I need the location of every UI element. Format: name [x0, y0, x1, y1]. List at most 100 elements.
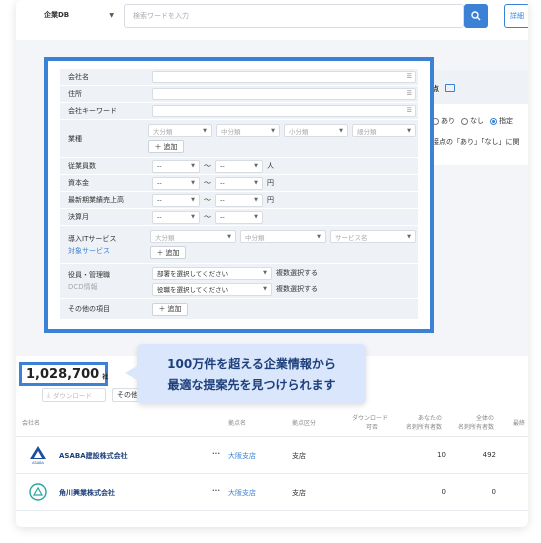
table-row[interactable]: ASABA ASABA建設株式会社 ··· 大阪支店 支店 10 492	[16, 436, 528, 473]
address-input[interactable]: ☰	[152, 88, 416, 100]
result-count-number: 1,028,700	[26, 366, 100, 382]
callout-line-2: 最適な提案先を見つけられます	[167, 378, 336, 392]
employees-min-select[interactable]: -- ▼	[152, 159, 200, 173]
role-select[interactable]: 役職を選択してください ▼	[152, 282, 272, 296]
plus-icon: ＋	[158, 305, 166, 313]
col-branch-kind: 拠点区分	[292, 420, 317, 427]
col-all-holders-1: 全体の	[476, 415, 495, 422]
capital-max-select[interactable]: -- ▼	[215, 176, 263, 190]
it-medium-select[interactable]: 中分類 ▼	[240, 230, 326, 243]
search-form-panel: 会社名 ☰ 住所 ☰ 会社キーワード ☰ 業種 大分類 ▼ 中分類 ▼ 小分類 ▼ 細…	[44, 57, 434, 333]
add-it-service-button[interactable]: ＋追加	[150, 246, 186, 259]
field-label: 従業員数	[60, 158, 150, 174]
form-row-address: 住所 ☰	[60, 86, 418, 103]
add-other-item-button[interactable]: ＋追加	[152, 302, 188, 316]
download-button[interactable]: ⤓ ダウンロード	[42, 388, 106, 402]
multi-select-link[interactable]: 複数選択する	[276, 284, 318, 294]
col-downloadable-1: ダウンロード	[352, 415, 389, 422]
multi-select-link[interactable]: 複数選択する	[276, 268, 318, 278]
contact-card-icon	[445, 84, 455, 92]
list-icon[interactable]: ☰	[407, 107, 412, 114]
industry-medium-select[interactable]: 中分類 ▼	[216, 124, 280, 137]
promo-callout: 100万件を超える企業情報から 最適な提案先を見つけられます	[125, 344, 366, 404]
chevron-down-icon: ▼	[109, 11, 114, 19]
table-row[interactable]	[16, 510, 528, 527]
fiscal-month-min-select[interactable]: -- ▼	[152, 210, 200, 224]
target-service-link[interactable]: 対象サービス	[68, 246, 140, 256]
company-name-link[interactable]: 角川興業株式会社	[59, 488, 115, 498]
callout-line-1: 100万件を超える企業情報から	[167, 357, 336, 371]
company-logo	[28, 482, 48, 502]
company-logo: ASABA	[28, 445, 48, 465]
it-service-select[interactable]: サービス名 ▼	[330, 230, 416, 243]
form-row-keyword: 会社キーワード ☰	[60, 103, 418, 120]
detail-search-button[interactable]: 詳細	[504, 4, 528, 28]
col-own-holders-1: あなたの	[418, 415, 443, 422]
table-row[interactable]: 角川興業株式会社 ··· 大阪支店 支店 0 0	[16, 473, 528, 510]
col-company: 会社名	[22, 420, 41, 427]
list-icon[interactable]: ☰	[407, 90, 412, 97]
all-holders-count: 492	[482, 451, 496, 459]
field-label: 決算月	[60, 209, 150, 225]
form-row-revenue: 最新期業績売上高 -- ▼ 〜 -- ▼ 円	[60, 192, 418, 209]
other-select-label: その他	[117, 391, 138, 399]
database-select[interactable]: 企業DB ▼	[44, 4, 114, 26]
own-holders-count: 0	[441, 488, 446, 496]
list-icon[interactable]: ☰	[407, 73, 412, 80]
result-count-unit: 社	[102, 373, 109, 381]
radio-no[interactable]: なし	[461, 116, 484, 126]
radio-yes[interactable]: あり	[432, 116, 455, 126]
company-name-input[interactable]: ☰	[152, 71, 416, 83]
col-branch: 拠点名	[228, 420, 247, 427]
plus-icon: ＋	[156, 248, 164, 257]
field-label: 最新期業績売上高	[60, 192, 150, 208]
capital-min-select[interactable]: -- ▼	[152, 176, 200, 190]
more-options-icon[interactable]: ···	[212, 487, 220, 495]
industry-minor-select[interactable]: 小分類 ▼	[284, 124, 348, 137]
plus-icon: ＋	[154, 142, 162, 151]
revenue-min-select[interactable]: -- ▼	[152, 193, 200, 207]
svg-text:ASABA: ASABA	[32, 461, 44, 465]
radio-specified[interactable]: 指定	[490, 116, 513, 126]
industry-detail-select[interactable]: 細分類 ▼	[352, 124, 416, 137]
contact-note: 接点の「あり」「なし」に関	[432, 138, 520, 146]
it-major-select[interactable]: 大分類 ▼	[150, 230, 236, 243]
department-select[interactable]: 部署を選択してください ▼	[152, 266, 272, 280]
form-row-company-name: 会社名 ☰	[60, 69, 418, 86]
field-label: 導入ITサービス 対象サービス	[60, 226, 148, 263]
company-logo	[28, 519, 48, 527]
field-label: 会社名	[60, 69, 150, 85]
contact-panel: 接点 あり なし 指定 接点の「あり」「なし」に関	[422, 70, 528, 165]
field-label: 住所	[60, 86, 150, 102]
download-icon: ⤓	[47, 390, 50, 399]
form-row-capital: 資本金 -- ▼ 〜 -- ▼ 円	[60, 175, 418, 192]
download-label: ダウンロード	[52, 392, 92, 400]
form-row-other: その他の項目 ＋追加	[60, 299, 418, 320]
search-input[interactable]: 検索ワードを入力	[124, 4, 464, 28]
fiscal-month-max-select[interactable]: -- ▼	[215, 210, 263, 224]
all-holders-count: 0	[491, 488, 496, 496]
employees-max-select[interactable]: -- ▼	[215, 159, 263, 173]
search-placeholder: 検索ワードを入力	[133, 12, 189, 20]
form-row-industry: 業種 大分類 ▼ 中分類 ▼ 小分類 ▼ 細分類 ▼ ＋追加	[60, 120, 418, 158]
col-last: 最終	[513, 420, 526, 427]
table-header: 会社名 拠点名 拠点区分 ダウンロード 可否 あなたの 名刺所有者数 全体の 名…	[16, 412, 528, 436]
keyword-input[interactable]: ☰	[152, 105, 416, 117]
add-industry-button[interactable]: ＋追加	[148, 140, 184, 153]
company-name-link[interactable]: ASABA建設株式会社	[59, 451, 128, 461]
industry-major-select[interactable]: 大分類 ▼	[148, 124, 212, 137]
col-downloadable-2: 可否	[366, 424, 379, 431]
form-row-officer: 役員・管理職 DCD情報 部署を選択してください ▼ 複数選択する 役職を選択して…	[60, 264, 418, 299]
more-options-icon[interactable]: ···	[212, 450, 220, 458]
revenue-max-select[interactable]: -- ▼	[215, 193, 263, 207]
contact-radio-group: あり なし 指定	[432, 116, 513, 126]
field-label: 役員・管理職 DCD情報	[60, 264, 150, 298]
search-button[interactable]	[464, 4, 488, 28]
branch-link[interactable]: 大阪支店	[228, 488, 256, 498]
search-form: 会社名 ☰ 住所 ☰ 会社キーワード ☰ 業種 大分類 ▼ 中分類 ▼ 小分類 ▼ 細…	[60, 69, 418, 320]
own-holders-count: 10	[437, 451, 446, 459]
branch-link[interactable]: 大阪支店	[228, 451, 256, 461]
field-label: 資本金	[60, 175, 150, 191]
form-row-employees: 従業員数 -- ▼ 〜 -- ▼ 人	[60, 158, 418, 175]
field-label: その他の項目	[60, 299, 150, 319]
